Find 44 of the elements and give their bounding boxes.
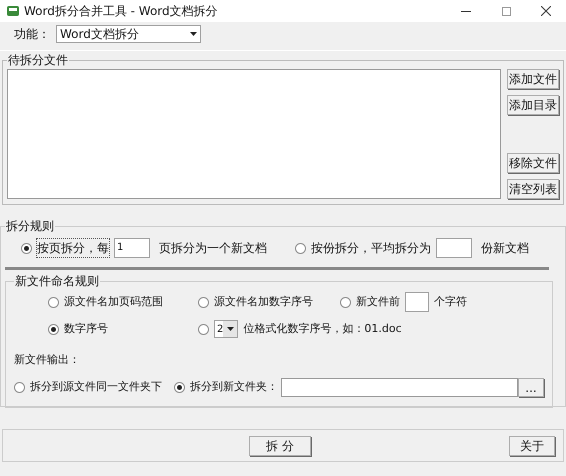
button[interactable]: 拆 分 [249,436,311,456]
group-title: 待拆分文件 [7,52,69,69]
group-title: 拆分规则 [5,218,55,235]
radio-button[interactable] [14,382,25,392]
window-title: Word拆分合并工具 - Word文档拆分 [24,3,219,20]
caret-icon [226,327,234,331]
radio-button[interactable] [198,296,209,308]
option-label: 份新文档 [481,240,529,257]
button[interactable]: 添加文件 [507,69,559,89]
function-dropdown[interactable]: Word文档拆分 [56,25,201,43]
option-label: 拆分到新文件夹： [190,378,278,395]
button[interactable]: ... [518,378,544,396]
caret-icon [190,32,197,36]
button[interactable]: 关于 [509,436,555,456]
option-label: 个字符 [434,294,467,310]
input-field[interactable] [405,292,429,312]
option-label: 页拆分为一个新文档 [159,240,267,257]
radio-button[interactable] [198,324,209,334]
option-label: 源文件名加数字序号 [214,294,313,310]
radio-button[interactable] [340,296,351,308]
radio-button[interactable] [48,324,59,334]
group-title: 新文件命名规则 [14,273,100,290]
button[interactable]: 添加目录 [507,95,559,115]
option-label: 位格式化数字序号，如：01.doc [243,320,402,337]
radio-button[interactable] [295,242,306,254]
radio-button[interactable] [174,382,185,392]
option-label: 新文件前 [356,294,400,310]
output-label: 新文件输出： [14,352,81,368]
input-field[interactable] [436,238,472,258]
option-label: 按份拆分，平均拆分为 [311,240,431,257]
button[interactable]: 清空列表 [507,179,559,199]
digits-dropdown[interactable]: 2 [214,320,238,338]
option-label: 拆分到源文件同一文件夹下 [30,378,162,395]
input-field[interactable]: 1 [114,238,150,258]
folder-field[interactable] [281,378,518,396]
function-label: 功能： [14,26,50,43]
app-icon [6,4,20,18]
radio-button[interactable] [21,242,32,254]
close-icon[interactable] [541,6,551,16]
option-label: 数字序号 [64,320,108,337]
option-label: 按页拆分，每 [37,239,109,257]
radio-button[interactable] [48,296,59,308]
option-label: 源文件名加页码范围 [64,294,163,310]
button[interactable]: 移除文件 [507,153,559,173]
